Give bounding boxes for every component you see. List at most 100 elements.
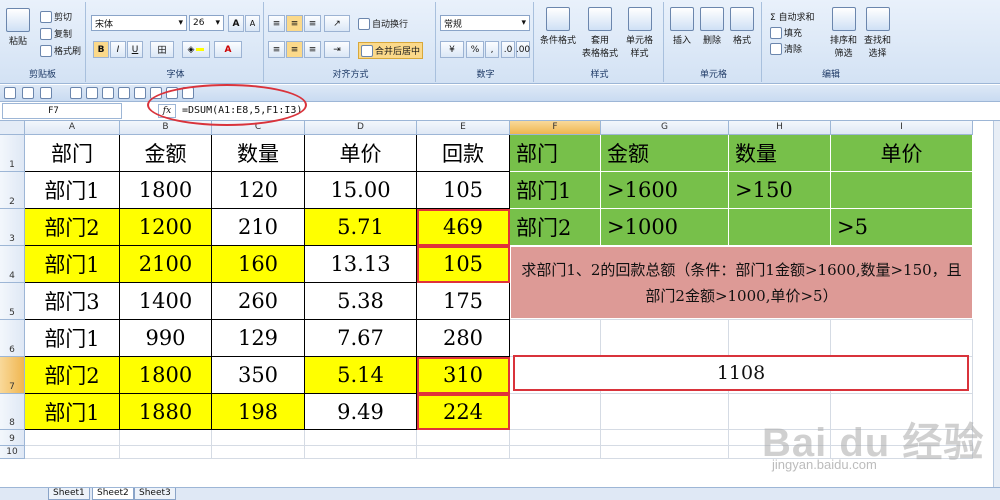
conditional-format-button[interactable]: 条件格式 [540, 7, 576, 46]
table-cell[interactable]: 175 [417, 283, 510, 320]
indent-button[interactable]: ⇥ [324, 41, 350, 58]
align-middle-button[interactable]: ≡ [286, 15, 303, 32]
decrease-decimal-button[interactable]: .00 [516, 41, 530, 58]
align-top-button[interactable]: ≡ [268, 15, 285, 32]
table-cell[interactable]: 1800 [120, 357, 212, 394]
table-cell[interactable]: 105 [417, 246, 510, 283]
grid-cell[interactable] [417, 446, 510, 459]
column-header-D[interactable]: D [305, 121, 417, 135]
delete-button[interactable]: 删除 [700, 7, 724, 46]
row-header-8[interactable]: 8 [0, 394, 25, 430]
font-size-select[interactable]: 26 ▾ [189, 15, 224, 31]
font-color-button[interactable]: A [214, 41, 242, 58]
sheet-tab-1[interactable]: Sheet1 [48, 488, 90, 500]
criteria-cell[interactable]: 部门2 [510, 209, 601, 246]
autosum-button[interactable]: Σ 自动求和 [770, 10, 815, 23]
table-cell[interactable]: 部门1 [25, 246, 120, 283]
row-header-2[interactable]: 2 [0, 172, 25, 209]
grid-cell[interactable] [510, 320, 601, 357]
criteria-cell[interactable]: >1600 [601, 172, 729, 209]
grid-cell[interactable] [305, 430, 417, 446]
column-header-E[interactable]: E [417, 121, 510, 135]
row-header-7[interactable]: 7 [0, 357, 25, 394]
table-cell[interactable]: 部门1 [25, 394, 120, 430]
table-header-cell[interactable]: 金额 [120, 135, 212, 172]
orientation-button[interactable]: ↗ [324, 15, 350, 32]
table-header-cell[interactable]: 单价 [305, 135, 417, 172]
column-header-I[interactable]: I [831, 121, 973, 135]
criteria-header-cell[interactable]: 金额 [601, 135, 729, 172]
format-button[interactable]: 格式 [730, 7, 754, 46]
increase-decimal-button[interactable]: .0 [501, 41, 515, 58]
criteria-header-cell[interactable]: 数量 [729, 135, 831, 172]
row-header-1[interactable]: 1 [0, 135, 25, 172]
table-cell[interactable]: 198 [212, 394, 305, 430]
table-cell[interactable]: 990 [120, 320, 212, 357]
criteria-cell[interactable]: >5 [831, 209, 973, 246]
grid-cell[interactable] [212, 446, 305, 459]
row-header-3[interactable]: 3 [0, 209, 25, 246]
insert-button[interactable]: 插入 [670, 7, 694, 46]
column-header-G[interactable]: G [601, 121, 729, 135]
fill-button[interactable]: 填充 [770, 26, 802, 39]
criteria-cell[interactable]: >1000 [601, 209, 729, 246]
align-right-button[interactable]: ≡ [304, 41, 321, 58]
table-cell[interactable]: 部门1 [25, 320, 120, 357]
sheet-tab-3[interactable]: Sheet3 [134, 488, 176, 500]
result-cell[interactable]: 1108 [513, 355, 969, 391]
borders-button[interactable]: 田 [150, 41, 174, 58]
table-cell[interactable]: 210 [212, 209, 305, 246]
table-cell[interactable]: 280 [417, 320, 510, 357]
shrink-font-button[interactable]: A [245, 15, 260, 32]
save-icon[interactable] [4, 87, 16, 99]
sheet-tab-2[interactable]: Sheet2 [92, 488, 134, 500]
grid-cell[interactable] [305, 446, 417, 459]
criteria-cell[interactable] [831, 172, 973, 209]
align-left-button[interactable]: ≡ [268, 41, 285, 58]
find-select-button[interactable]: 查找和 选择 [864, 7, 891, 59]
grid-cell[interactable] [510, 446, 601, 459]
column-header-H[interactable]: H [729, 121, 831, 135]
table-cell[interactable]: 1400 [120, 283, 212, 320]
table-header-cell[interactable]: 回款 [417, 135, 510, 172]
table-cell[interactable]: 469 [417, 209, 510, 246]
table-cell[interactable]: 1200 [120, 209, 212, 246]
row-header-6[interactable]: 6 [0, 320, 25, 357]
grid-cell[interactable] [120, 446, 212, 459]
undo-icon[interactable] [22, 87, 34, 99]
row-header-10[interactable]: 10 [0, 446, 25, 459]
table-cell[interactable]: 5.71 [305, 209, 417, 246]
column-header-A[interactable]: A [25, 121, 120, 135]
table-cell[interactable]: 310 [417, 357, 510, 394]
criteria-cell[interactable]: >150 [729, 172, 831, 209]
grid-cell[interactable] [831, 320, 973, 357]
comma-button[interactable]: , [485, 41, 499, 58]
criteria-header-cell[interactable]: 单价 [831, 135, 973, 172]
grid-cell[interactable] [212, 430, 305, 446]
table-cell[interactable]: 260 [212, 283, 305, 320]
grid-cell[interactable] [601, 446, 729, 459]
percent-button[interactable]: % [466, 41, 484, 58]
sort-filter-button[interactable]: 排序和 筛选 [830, 7, 857, 59]
grid-cell[interactable] [601, 430, 729, 446]
table-cell[interactable]: 105 [417, 172, 510, 209]
row-header-9[interactable]: 9 [0, 430, 25, 446]
grid-cell[interactable] [25, 446, 120, 459]
criteria-header-cell[interactable]: 部门 [510, 135, 601, 172]
italic-button[interactable]: I [110, 41, 126, 58]
table-cell[interactable]: 部门1 [25, 172, 120, 209]
row-header-4[interactable]: 4 [0, 246, 25, 283]
table-cell[interactable]: 部门2 [25, 357, 120, 394]
redo-icon[interactable] [40, 87, 52, 99]
vertical-scrollbar[interactable] [993, 121, 1000, 487]
grid-cell[interactable] [601, 320, 729, 357]
table-cell[interactable]: 部门3 [25, 283, 120, 320]
criteria-cell[interactable] [729, 209, 831, 246]
font-name-select[interactable]: 宋体 ▾ [91, 15, 187, 31]
table-cell[interactable]: 129 [212, 320, 305, 357]
table-header-cell[interactable]: 部门 [25, 135, 120, 172]
column-header-F[interactable]: F [510, 121, 601, 135]
grid-cell[interactable] [510, 430, 601, 446]
currency-button[interactable]: ¥ [440, 41, 464, 58]
table-cell[interactable]: 13.13 [305, 246, 417, 283]
